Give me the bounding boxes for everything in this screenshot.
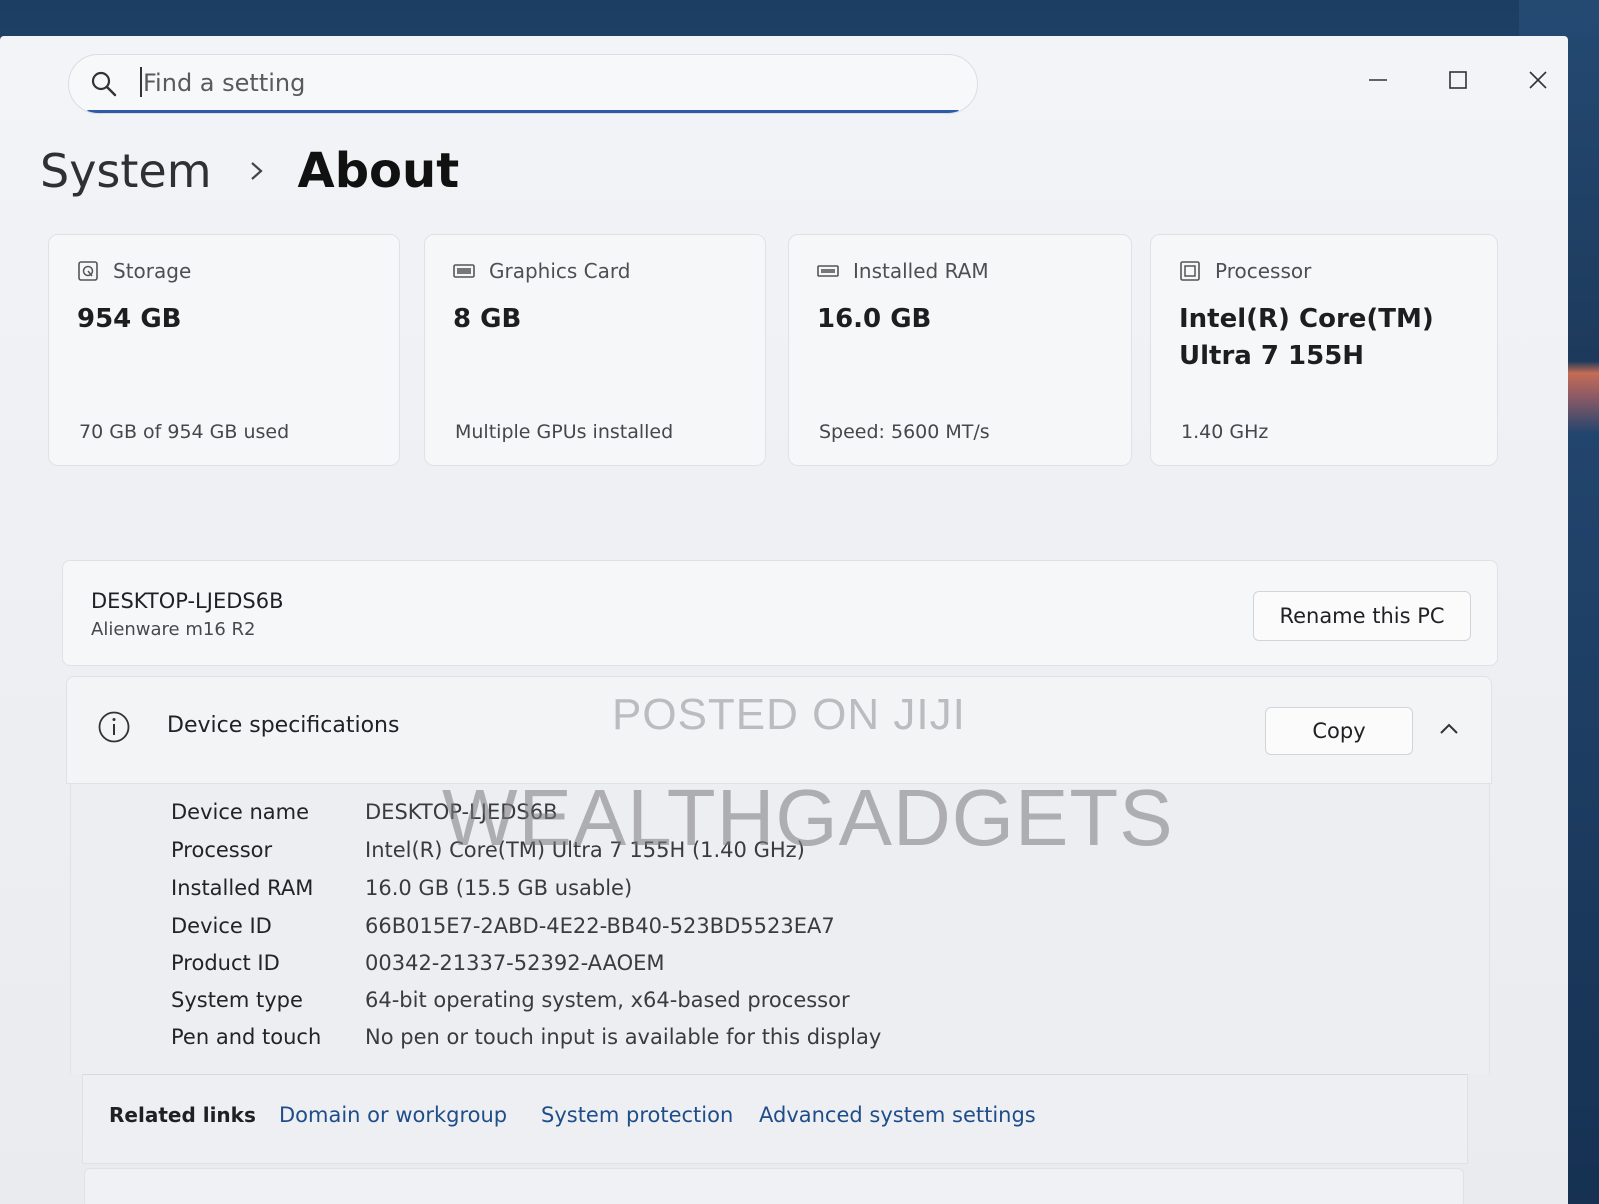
spec-key: Device ID <box>171 914 272 938</box>
graphics-card-sub: Multiple GPUs installed <box>455 421 674 443</box>
spec-key: Device name <box>171 800 310 824</box>
graphics-card-icon <box>453 264 475 278</box>
ram-label: Installed RAM <box>853 259 989 283</box>
graphics-card-card[interactable]: Graphics Card 8 GB Multiple GPUs install… <box>424 234 766 466</box>
processor-icon <box>1180 261 1200 281</box>
spec-key: Installed RAM <box>171 876 314 900</box>
processor-value-line2: Ultra 7 155H <box>1179 341 1365 371</box>
spec-value: Intel(R) Core(TM) Ultra 7 155H (1.40 GHz… <box>365 838 805 862</box>
spec-value: 66B015E7-2ABD-4E22-BB40-523BD5523EA7 <box>365 914 835 938</box>
breadcrumb-system[interactable]: System <box>40 144 212 198</box>
close-icon <box>1529 71 1547 89</box>
storage-icon <box>78 261 98 281</box>
processor-speed: 1.40 GHz <box>1181 421 1269 443</box>
chevron-up-icon[interactable] <box>1437 717 1461 741</box>
settings-window: System About Storage 954 GB 70 GB of 954… <box>0 36 1568 1204</box>
system-protection-link[interactable]: System protection <box>541 1103 733 1127</box>
graphics-card-value: 8 GB <box>453 304 522 334</box>
spec-key: Product ID <box>171 951 280 975</box>
spec-value: 16.0 GB (15.5 GB usable) <box>365 876 633 900</box>
page-title: About <box>297 143 460 199</box>
spec-key: Processor <box>171 838 273 862</box>
related-links-label: Related links <box>109 1103 256 1127</box>
ram-icon <box>817 265 839 277</box>
spec-value: 00342-21337-52392-AAOEM <box>365 951 665 975</box>
spec-row: Installed RAM 16.0 GB (15.5 GB usable) <box>171 876 632 900</box>
ram-value: 16.0 GB <box>817 304 932 334</box>
copy-button[interactable]: Copy <box>1265 707 1413 755</box>
spec-value: No pen or touch input is available for t… <box>365 1025 882 1049</box>
storage-usage: 70 GB of 954 GB used <box>79 421 290 443</box>
graphics-card-label: Graphics Card <box>489 259 631 283</box>
search-input[interactable] <box>143 63 943 103</box>
spec-key: Pen and touch <box>171 1025 322 1049</box>
spec-key: System type <box>171 988 303 1012</box>
info-icon <box>98 711 130 743</box>
domain-or-workgroup-link[interactable]: Domain or workgroup <box>279 1103 507 1127</box>
storage-label: Storage <box>113 259 192 283</box>
ram-card[interactable]: Installed RAM 16.0 GB Speed: 5600 MT/s <box>788 234 1132 466</box>
processor-label: Processor <box>1215 259 1312 283</box>
storage-card[interactable]: Storage 954 GB 70 GB of 954 GB used <box>48 234 400 466</box>
device-specifications-list: Device name DESKTOP-LJEDS6B Processor In… <box>70 784 1490 1074</box>
device-specifications-header[interactable]: Device specifications Copy <box>66 676 1492 784</box>
spec-row: Pen and touch No pen or touch input is a… <box>171 1025 881 1049</box>
pc-model: Alienware m16 R2 <box>91 619 256 640</box>
device-specifications-title: Device specifications <box>167 713 400 738</box>
next-section-edge <box>84 1168 1464 1204</box>
breadcrumb: System About <box>40 136 459 206</box>
spec-value: DESKTOP-LJEDS6B <box>365 800 558 824</box>
maximize-button[interactable] <box>1438 60 1478 100</box>
pc-name: DESKTOP-LJEDS6B <box>91 589 284 613</box>
spec-row: Product ID 00342-21337-52392-AAOEM <box>171 951 665 975</box>
processor-card[interactable]: Processor Intel(R) Core(TM) Ultra 7 155H… <box>1150 234 1498 466</box>
search-box[interactable] <box>68 54 978 114</box>
ram-speed: Speed: 5600 MT/s <box>819 421 990 443</box>
storage-value: 954 GB <box>77 304 182 334</box>
minimize-icon <box>1369 79 1387 81</box>
spec-value: 64-bit operating system, x64-based proce… <box>365 988 850 1012</box>
spec-row: Device ID 66B015E7-2ABD-4E22-BB40-523BD5… <box>171 914 835 938</box>
spec-row: Device name DESKTOP-LJEDS6B <box>171 800 557 824</box>
pc-name-panel: DESKTOP-LJEDS6B Alienware m16 R2 Rename … <box>62 560 1498 666</box>
minimize-button[interactable] <box>1358 60 1398 100</box>
related-links-bar: Related links Domain or workgroup System… <box>82 1074 1468 1164</box>
spec-row: System type 64-bit operating system, x64… <box>171 988 850 1012</box>
spec-row: Processor Intel(R) Core(TM) Ultra 7 155H… <box>171 838 805 862</box>
processor-value-line1: Intel(R) Core(TM) <box>1179 304 1434 334</box>
search-icon <box>91 71 117 97</box>
processor-value: Intel(R) Core(TM) Ultra 7 155H <box>1179 301 1434 375</box>
rename-pc-button[interactable]: Rename this PC <box>1253 591 1471 641</box>
text-caret <box>140 67 142 97</box>
advanced-system-settings-link[interactable]: Advanced system settings <box>759 1103 1036 1127</box>
maximize-icon <box>1449 71 1467 89</box>
close-button[interactable] <box>1518 60 1558 100</box>
chevron-right-icon <box>250 162 263 180</box>
